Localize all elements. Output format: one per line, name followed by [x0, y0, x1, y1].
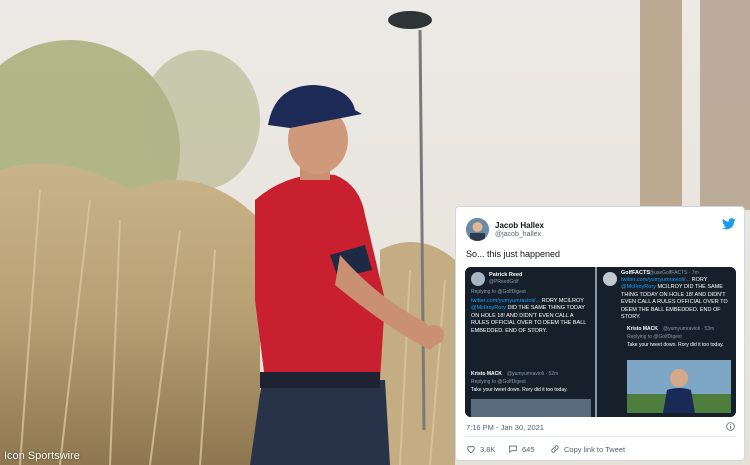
author-avatar[interactable] [466, 218, 489, 241]
mini-avatar [471, 272, 485, 286]
copy-link-button[interactable]: Copy link to Tweet [550, 444, 625, 454]
tweet-divider [465, 436, 736, 437]
reply-count: 645 [522, 444, 535, 454]
tweet-attached-image[interactable]: Patrick Reed @PReedGolf Replying to @Gol… [465, 267, 736, 417]
author-name[interactable]: Jacob Hallex [495, 221, 544, 230]
twitter-bird-icon[interactable] [722, 218, 736, 230]
tweet-text: So... this just happened [466, 249, 561, 259]
mini-author-name: Patrick Reed [489, 272, 523, 278]
mini-body-a: RORY MCILROY [541, 298, 584, 304]
mini-quoted-photo [627, 360, 731, 413]
mini-tweet-body: twitter.com/yumyumravioli/... RORY @McIl… [621, 277, 733, 322]
mini-quoted-photo [471, 399, 591, 417]
mini-quoted-text: Take your tweet down. Rory did it too to… [471, 387, 568, 393]
mini-avatar [603, 272, 617, 286]
mini-replying-to: Replying to @GolfDigest [471, 289, 526, 295]
mini-body-a: RORY [691, 277, 708, 283]
mini-tweet-body: twitter.com/yumyumravioli/... RORY MCILR… [471, 298, 593, 335]
heart-icon [467, 445, 475, 454]
avatar-image [466, 218, 489, 241]
reply-icon [509, 445, 517, 453]
like-button[interactable]: 3.8K [466, 444, 495, 454]
author-handle[interactable]: @jacob_hallex [495, 231, 541, 238]
link-icon [551, 445, 559, 453]
mini-quoted-replying: Replying to @GolfDigest [627, 334, 682, 340]
mini-author-handle: @PReedGolf [489, 279, 519, 285]
mini-author-handle: @useGolfFACTS · 7m [649, 270, 699, 276]
mini-author-name: GolfFACTS [621, 270, 651, 276]
mini-link: twitter.com/yumyumravioli/... [621, 277, 691, 283]
mini-quoted-replying: Replying to @GolfDigest [471, 379, 526, 385]
mini-mention: @McIlroyRory [471, 305, 506, 312]
mini-mention: @McIlroyRory [621, 284, 656, 291]
info-icon[interactable] [726, 422, 735, 431]
photo-credit: Icon Sportswire [4, 450, 80, 462]
embedded-tweet[interactable]: Jacob Hallex @jacob_hallex So... this ju… [455, 206, 745, 461]
mini-quoted-handle: @yumyumravioli · 53m [663, 326, 715, 332]
screenshot-left-panel: Patrick Reed @PReedGolf Replying to @Gol… [465, 267, 595, 417]
mini-link: twitter.com/yumyumravioli/... [471, 298, 541, 304]
screenshot-right-panel: GolfFACTS @useGolfFACTS · 7m twitter.com… [597, 267, 736, 417]
like-count: 3.8K [480, 444, 496, 454]
mini-quoted-text: Take your tweet down. Rory did it too to… [627, 342, 724, 348]
reply-button[interactable]: 645 [508, 444, 535, 454]
copy-link-label: Copy link to Tweet [564, 444, 626, 454]
mini-quoted-name: Kristo MACK [627, 326, 658, 332]
tweet-timestamp[interactable]: 7:16 PM - Jan 30, 2021 [466, 423, 544, 432]
mini-quoted-handle: @yumyumravioli · 52m [507, 371, 559, 377]
mini-quoted-name: Kristo MACK [471, 371, 502, 377]
